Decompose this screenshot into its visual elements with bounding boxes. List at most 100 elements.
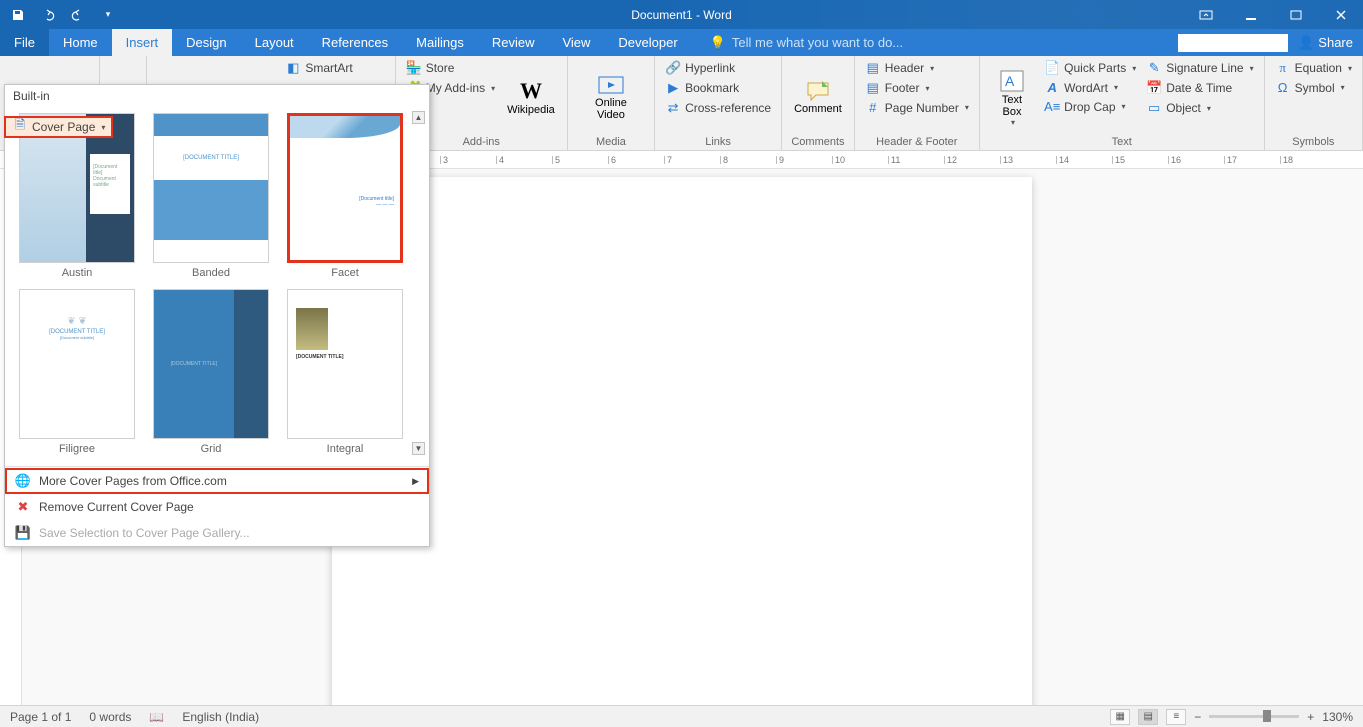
zoom-level[interactable]: 130% <box>1322 710 1353 724</box>
crossref-icon: ⇄ <box>665 100 681 116</box>
document-page[interactable] <box>332 177 1032 705</box>
ribbon-tabs: File Home Insert Design Layout Reference… <box>0 29 1363 56</box>
dropcap-button[interactable]: A≡Drop Cap▾ <box>1040 97 1140 116</box>
web-layout-icon[interactable]: ≡ <box>1166 709 1186 725</box>
gallery-item-banded[interactable]: [DOCUMENT TITLE] Banded <box>147 111 275 281</box>
header-button[interactable]: ▤Header▾ <box>861 58 973 78</box>
search-box[interactable] <box>1178 34 1288 52</box>
gallery-item-grid[interactable]: [DOCUMENT TITLE] Grid <box>147 287 275 457</box>
wikipedia-button[interactable]: W Wikipedia <box>501 58 561 136</box>
object-button[interactable]: ▭Object▾ <box>1142 98 1257 118</box>
footer-icon: ▤ <box>865 80 881 96</box>
minimize-icon[interactable] <box>1228 0 1273 29</box>
hyperlink-button[interactable]: 🔗Hyperlink <box>661 58 775 78</box>
cover-page-icon: 🗎 <box>12 116 28 138</box>
share-icon: 👤 <box>1298 35 1314 51</box>
gallery-item-filigree[interactable]: ❦ ❦[DOCUMENT TITLE][Document subtitle] F… <box>13 287 141 457</box>
datetime-icon: 📅 <box>1146 80 1162 96</box>
undo-icon[interactable] <box>34 3 62 27</box>
group-text: Text <box>986 136 1258 150</box>
save-to-gallery: 💾 Save Selection to Cover Page Gallery..… <box>5 520 429 546</box>
bookmark-icon: ▶ <box>665 80 681 96</box>
spellcheck-icon[interactable]: 📖 <box>149 710 164 724</box>
online-video-button[interactable]: Online Video <box>574 58 648 136</box>
status-words[interactable]: 0 words <box>89 710 131 724</box>
cover-page-button[interactable]: 🗎 Cover Page ▾ <box>4 116 113 138</box>
signature-icon: ✎ <box>1146 60 1162 76</box>
hyperlink-icon: 🔗 <box>665 60 681 76</box>
textbox-icon: A <box>998 68 1026 94</box>
close-icon[interactable] <box>1318 0 1363 29</box>
tab-review[interactable]: Review <box>478 29 549 56</box>
tab-developer[interactable]: Developer <box>604 29 691 56</box>
gallery-scroll-up[interactable]: ▲ <box>412 111 425 124</box>
group-media: Media <box>574 136 648 150</box>
symbol-button[interactable]: ΩSymbol▾ <box>1271 78 1356 97</box>
share-label: Share <box>1318 35 1353 50</box>
svg-text:A: A <box>1005 73 1015 89</box>
status-page[interactable]: Page 1 of 1 <box>10 710 71 724</box>
cover-page-gallery: Built-in [Document title]Document subtit… <box>4 84 430 547</box>
store-button[interactable]: 🏪Store <box>402 58 499 78</box>
gallery-section-header: Built-in <box>5 85 429 107</box>
gallery-item-integral[interactable]: [DOCUMENT TITLE] Integral <box>281 287 409 457</box>
gallery-scroll-down[interactable]: ▼ <box>412 442 425 455</box>
page-number-icon: # <box>865 100 881 115</box>
header-icon: ▤ <box>865 60 881 76</box>
more-cover-pages[interactable]: 🌐More Cover Pages from Office.com ▶ <box>5 468 429 494</box>
symbol-icon: Ω <box>1275 80 1291 95</box>
equation-button[interactable]: πEquation▾ <box>1271 58 1356 78</box>
group-links: Links <box>661 136 775 150</box>
remove-cover-page[interactable]: ✖ Remove Current Cover Page <box>5 494 429 520</box>
quickparts-icon: 📄 <box>1044 60 1060 76</box>
tab-layout[interactable]: Layout <box>241 29 308 56</box>
smartart-button[interactable]: ◧SmartArt <box>281 58 356 78</box>
print-layout-icon[interactable]: ▤ <box>1138 709 1158 725</box>
tab-mailings[interactable]: Mailings <box>402 29 478 56</box>
tell-me-placeholder: Tell me what you want to do... <box>732 35 903 50</box>
lightbulb-icon: 💡 <box>710 35 726 51</box>
page-number-button[interactable]: #Page Number▾ <box>861 98 973 117</box>
tab-file[interactable]: File <box>0 29 49 56</box>
remove-icon: ✖ <box>15 499 31 515</box>
footer-button[interactable]: ▤Footer▾ <box>861 78 973 98</box>
maximize-icon[interactable] <box>1273 0 1318 29</box>
equation-icon: π <box>1275 60 1291 76</box>
signature-button[interactable]: ✎Signature Line▾ <box>1142 58 1257 78</box>
wikipedia-icon: W <box>520 78 542 104</box>
tab-references[interactable]: References <box>308 29 402 56</box>
group-symbols: Symbols <box>1271 136 1356 150</box>
tell-me-search[interactable]: 💡 Tell me what you want to do... <box>692 29 903 56</box>
document-title: Document1 - Word <box>631 8 731 22</box>
save-icon[interactable] <box>4 3 32 27</box>
wordart-icon: A <box>1044 80 1060 95</box>
chevron-right-icon: ▶ <box>412 476 419 487</box>
wordart-button[interactable]: AWordArt▾ <box>1040 78 1140 97</box>
object-icon: ▭ <box>1146 100 1162 116</box>
quickparts-button[interactable]: 📄Quick Parts▾ <box>1040 58 1140 78</box>
dropcap-icon: A≡ <box>1044 99 1060 114</box>
ribbon-display-options-icon[interactable] <box>1183 0 1228 29</box>
title-bar: ▾ Document1 - Word <box>0 0 1363 29</box>
redo-icon[interactable] <box>64 3 92 27</box>
tab-design[interactable]: Design <box>172 29 240 56</box>
comment-icon <box>804 79 832 103</box>
zoom-in-button[interactable]: + <box>1307 710 1314 724</box>
comment-button[interactable]: Comment <box>788 58 848 136</box>
video-icon <box>597 73 625 97</box>
tab-home[interactable]: Home <box>49 29 112 56</box>
qat-customize-icon[interactable]: ▾ <box>94 3 122 27</box>
share-button[interactable]: 👤 Share <box>1298 35 1353 51</box>
zoom-out-button[interactable]: − <box>1194 710 1201 724</box>
datetime-button[interactable]: 📅Date & Time <box>1142 78 1257 98</box>
group-header-footer: Header & Footer <box>861 136 973 150</box>
gallery-item-facet[interactable]: [Document title]— — — Facet <box>281 111 409 281</box>
crossref-button[interactable]: ⇄Cross-reference <box>661 98 775 118</box>
bookmark-button[interactable]: ▶Bookmark <box>661 78 775 98</box>
status-language[interactable]: English (India) <box>182 710 259 724</box>
read-mode-icon[interactable]: ▦ <box>1110 709 1130 725</box>
tab-view[interactable]: View <box>548 29 604 56</box>
tab-insert[interactable]: Insert <box>112 29 173 56</box>
textbox-button[interactable]: A Text Box▾ <box>986 58 1038 136</box>
zoom-slider[interactable] <box>1209 715 1299 718</box>
